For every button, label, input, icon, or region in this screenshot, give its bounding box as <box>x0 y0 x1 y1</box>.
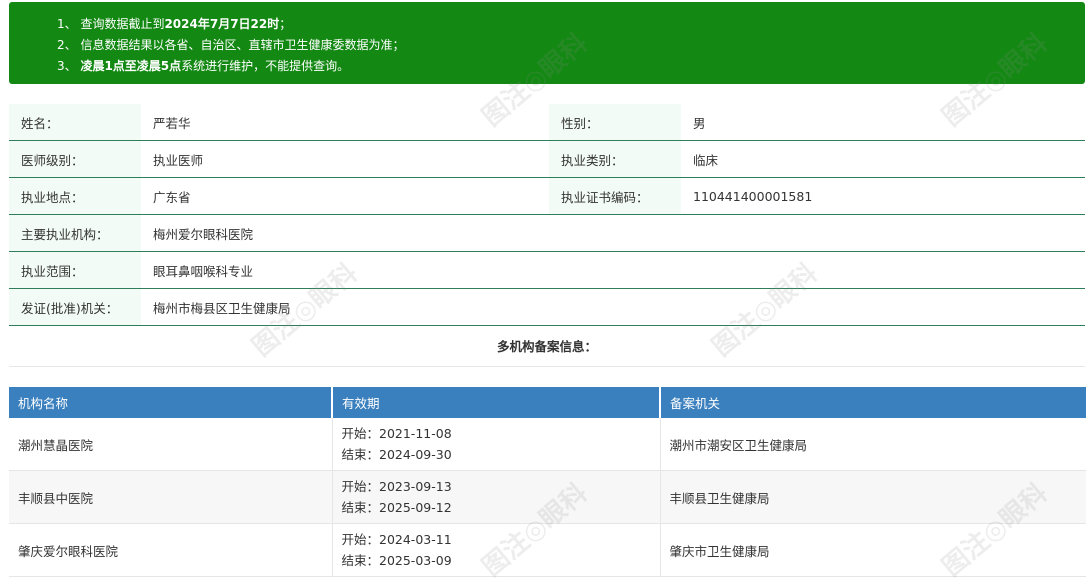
row-end: 结束：2025-03-09 <box>341 553 452 568</box>
doctor-info-table: 姓名： 严若华 性别： 男 医师级别： 执业医师 执业类别： 临床 执业地点： … <box>9 104 1085 326</box>
row-validity: 开始：2021-11-08 结束：2024-09-30 <box>332 418 661 471</box>
header-org: 机构名称 <box>9 387 333 418</box>
org-value: 梅州爱尔眼科医院 <box>141 214 1085 252</box>
row-org: 潮州慧晶医院 <box>9 418 333 471</box>
info-row: 主要执业机构： 梅州爱尔眼科医院 <box>9 214 1085 252</box>
row-start: 开始：2023-09-13 <box>341 479 452 494</box>
cert-value: 110441400001581 <box>681 177 1085 215</box>
table-header-row: 机构名称 有效期 备案机关 <box>9 387 1086 418</box>
category-value: 临床 <box>681 140 1085 178</box>
gender-value: 男 <box>681 104 1085 141</box>
issuer-label: 发证(批准)机关： <box>9 288 141 326</box>
info-row: 发证(批准)机关： 梅州市梅县区卫生健康局 <box>9 288 1085 326</box>
row-start: 开始：2021-11-08 <box>341 426 452 441</box>
multi-org-table: 机构名称 有效期 备案机关 潮州慧晶医院 开始：2021-11-08 结束：20… <box>9 387 1086 577</box>
info-row: 执业地点： 广东省 执业证书编码： 110441400001581 <box>9 177 1085 215</box>
row-end: 结束：2024-09-30 <box>341 447 452 462</box>
row-org: 肇庆爱尔眼科医院 <box>9 523 333 577</box>
header-validity: 有效期 <box>332 387 661 418</box>
notice-line-1: 1、 查询数据截止到2024年7月7日22时； <box>57 17 292 31</box>
row-authority: 潮州市潮安区卫生健康局 <box>660 418 1086 471</box>
gender-label: 性别： <box>549 104 681 141</box>
row-validity: 开始：2023-09-13 结束：2025-09-12 <box>332 470 661 524</box>
issuer-value: 梅州市梅县区卫生健康局 <box>141 288 1085 326</box>
table-row: 肇庆爱尔眼科医院 开始：2024-03-11 结束：2025-03-09 肇庆市… <box>9 523 1086 577</box>
scope-value: 眼耳鼻咽喉科专业 <box>141 251 1085 289</box>
header-authority: 备案机关 <box>660 387 1086 418</box>
info-row: 医师级别： 执业医师 执业类别： 临床 <box>9 140 1085 178</box>
notice-line-3: 3、 凌晨1点至凌晨5点系统进行维护，不能提供查询。 <box>57 59 350 73</box>
name-label: 姓名： <box>9 104 141 141</box>
row-org: 丰顺县中医院 <box>9 470 333 524</box>
info-row: 姓名： 严若华 性别： 男 <box>9 104 1085 141</box>
level-value: 执业医师 <box>141 140 549 178</box>
level-label: 医师级别： <box>9 140 141 178</box>
row-validity: 开始：2024-03-11 结束：2025-03-09 <box>332 523 661 577</box>
place-value: 广东省 <box>141 177 549 215</box>
row-start: 开始：2024-03-11 <box>341 532 452 547</box>
table-row: 潮州慧晶医院 开始：2021-11-08 结束：2024-09-30 潮州市潮安… <box>9 418 1086 471</box>
scope-label: 执业范围： <box>9 251 141 289</box>
multi-org-title: 多机构备案信息： <box>9 328 1085 367</box>
org-label: 主要执业机构： <box>9 214 141 252</box>
table-row: 丰顺县中医院 开始：2023-09-13 结束：2025-09-12 丰顺县卫生… <box>9 470 1086 524</box>
row-authority: 肇庆市卫生健康局 <box>660 523 1086 577</box>
name-value: 严若华 <box>141 104 549 141</box>
place-label: 执业地点： <box>9 177 141 215</box>
info-row: 执业范围： 眼耳鼻咽喉科专业 <box>9 251 1085 289</box>
row-authority: 丰顺县卫生健康局 <box>660 470 1086 524</box>
category-label: 执业类别： <box>549 140 681 178</box>
row-end: 结束：2025-09-12 <box>341 500 452 515</box>
notice-banner: 1、 查询数据截止到2024年7月7日22时； 2、 信息数据结果以各省、自治区… <box>9 2 1085 84</box>
cert-label: 执业证书编码： <box>549 177 681 215</box>
notice-line-2: 2、 信息数据结果以各省、自治区、直辖市卫生健康委数据为准； <box>57 38 405 52</box>
